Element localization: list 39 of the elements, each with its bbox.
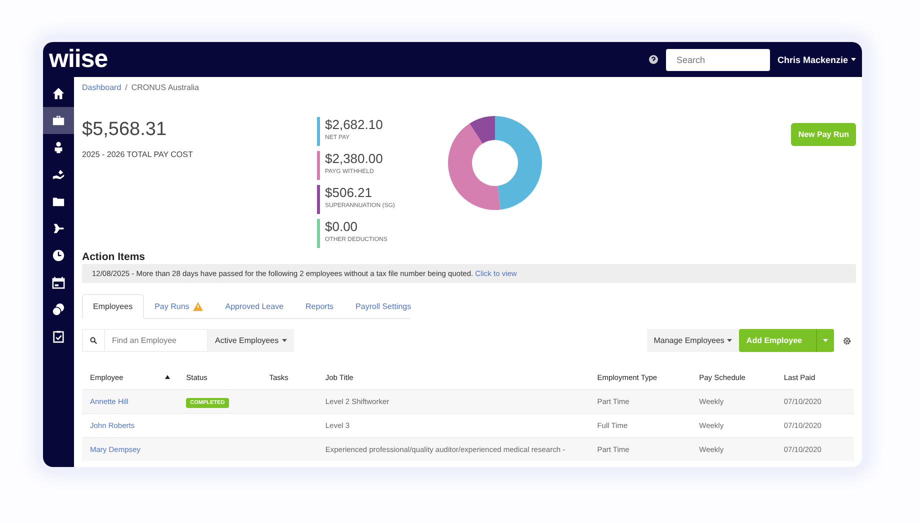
breadcrumb-separator: /	[125, 83, 128, 94]
filter-dropdown[interactable]: Active Employees	[208, 329, 294, 352]
person-icon	[52, 141, 65, 154]
section-title: Action Items	[82, 251, 146, 263]
user-menu[interactable]: Chris Mackenzie	[777, 54, 856, 64]
breakdown-amount: $506.21	[325, 185, 373, 200]
briefcase-icon	[52, 114, 65, 127]
folder-icon	[52, 195, 65, 208]
caret-icon	[727, 339, 732, 342]
search-field[interactable]: Search	[666, 48, 770, 70]
hand-icon	[52, 168, 65, 181]
employee-search-field[interactable]: Find an Employee	[82, 329, 208, 352]
caret-icon	[823, 339, 828, 342]
tab[interactable]: Pay Runs	[144, 294, 214, 319]
breakdown-amount: $2,380.00	[325, 151, 384, 166]
search-icon	[90, 336, 97, 345]
plane-icon	[52, 222, 65, 235]
breakdown-amount: $0.00	[325, 219, 359, 234]
tab[interactable]: Approved Leave	[214, 294, 295, 319]
logo[interactable]: wiise	[49, 45, 108, 74]
sidebar-item[interactable]	[43, 107, 74, 134]
caret-icon	[851, 58, 856, 61]
settings-icon[interactable]	[843, 336, 851, 344]
calendar-icon	[52, 276, 65, 289]
help-icon[interactable]	[649, 55, 658, 64]
tab[interactable]: Employees	[82, 294, 144, 319]
caret-icon	[282, 339, 287, 342]
home-icon	[52, 87, 65, 100]
total-amount: $5,568.31	[82, 119, 168, 141]
breadcrumb-link[interactable]: Dashboard	[82, 83, 122, 97]
tab[interactable]: Reports	[294, 294, 345, 319]
manage-employees-button[interactable]: Manage Employees	[646, 329, 740, 352]
clock-icon	[52, 249, 65, 262]
tab[interactable]: Payroll Settings	[344, 294, 422, 319]
breadcrumb-current: CRONUS Australia	[131, 83, 199, 94]
breakdown-amount: $2,682.10	[325, 117, 384, 132]
total-label: 2025 - 2026 TOTAL PAY COST	[82, 150, 194, 159]
clipboard-icon	[52, 330, 65, 343]
coins-icon	[52, 303, 65, 316]
